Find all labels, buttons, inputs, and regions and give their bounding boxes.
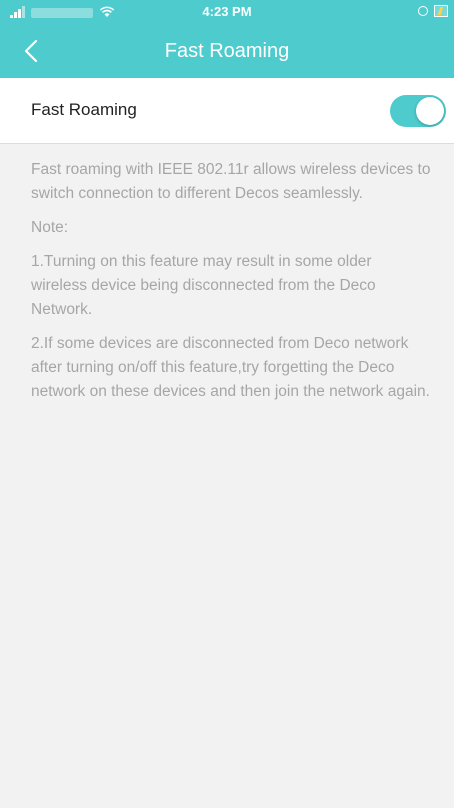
note-item-2: 2.If some devices are disconnected from …	[31, 335, 430, 400]
back-chevron-icon	[24, 39, 38, 63]
alarm-icon	[418, 6, 428, 16]
battery-icon	[434, 5, 448, 17]
description-intro: Fast roaming with IEEE 802.11r allows wi…	[31, 161, 431, 202]
nav-bar: Fast Roaming	[0, 24, 454, 78]
page-title: Fast Roaming	[164, 40, 290, 62]
note-label: Note:	[31, 219, 69, 236]
status-right	[418, 5, 448, 17]
fast-roaming-toggle[interactable]	[390, 95, 446, 127]
toggle-knob	[416, 97, 444, 125]
status-bar: 4:23 PM	[0, 0, 454, 24]
back-button[interactable]	[14, 34, 48, 68]
fast-roaming-setting-row: Fast Roaming	[0, 78, 454, 144]
note-item-1: 1.Turning on this feature may result in …	[31, 253, 376, 318]
description-text: Fast roaming with IEEE 802.11r allows wi…	[31, 158, 431, 414]
status-time: 4:23 PM	[202, 4, 252, 19]
setting-label: Fast Roaming	[31, 100, 137, 119]
